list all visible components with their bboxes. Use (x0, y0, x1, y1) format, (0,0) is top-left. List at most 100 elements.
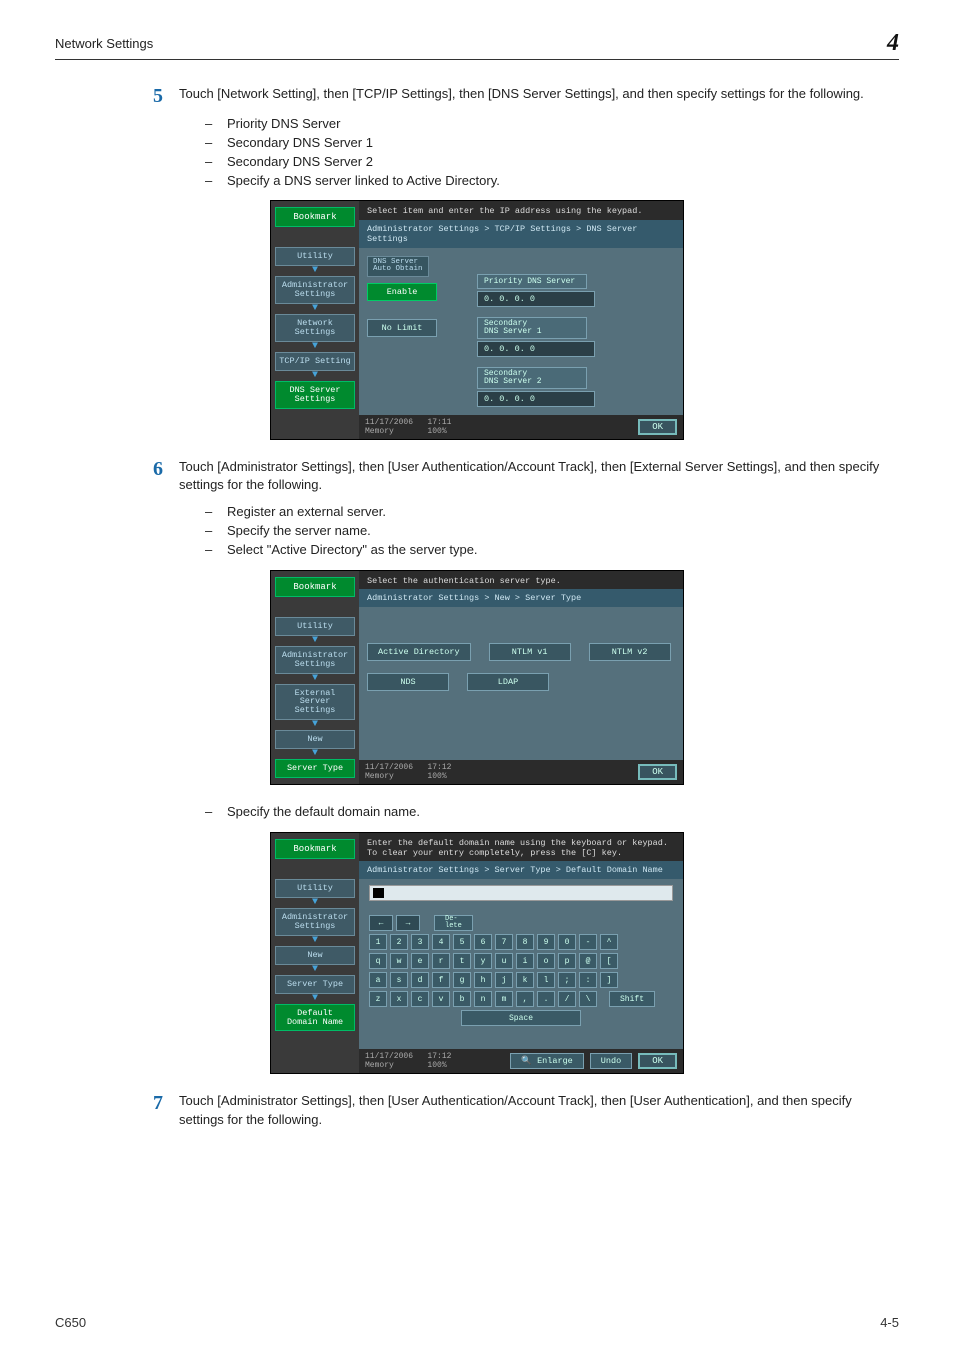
key[interactable]: r (432, 953, 450, 969)
key[interactable]: : (579, 972, 597, 988)
step-6-bullet-after: –Specify the default domain name. (205, 803, 899, 822)
key[interactable]: s (390, 972, 408, 988)
key[interactable]: o (537, 953, 555, 969)
key[interactable]: a (369, 972, 387, 988)
domain-name-input[interactable] (369, 885, 673, 901)
key[interactable]: i (516, 953, 534, 969)
key[interactable]: n (474, 991, 492, 1007)
arrow-left-key[interactable]: ← (369, 915, 393, 931)
key[interactable]: h (474, 972, 492, 988)
key[interactable]: . (537, 991, 555, 1007)
enable-button[interactable]: Enable (367, 283, 437, 301)
key[interactable]: 7 (495, 934, 513, 950)
key[interactable]: \ (579, 991, 597, 1007)
key[interactable]: t (453, 953, 471, 969)
key[interactable]: 2 (390, 934, 408, 950)
crumb-utility[interactable]: Utility (275, 247, 355, 266)
page-footer: C650 4-5 (55, 1315, 899, 1330)
key[interactable]: y (474, 953, 492, 969)
crumb-admin[interactable]: Administrator Settings (275, 908, 355, 936)
key[interactable]: k (516, 972, 534, 988)
ok-button[interactable]: OK (638, 419, 677, 435)
key[interactable]: u (495, 953, 513, 969)
key[interactable]: 0 (558, 934, 576, 950)
key[interactable]: v (432, 991, 450, 1007)
step-number: 7 (145, 1092, 163, 1114)
key[interactable]: m (495, 991, 513, 1007)
ok-button[interactable]: OK (638, 1053, 677, 1069)
bookmark-button[interactable]: Bookmark (275, 839, 355, 859)
key[interactable]: e (411, 953, 429, 969)
secondary-dns1-label[interactable]: Secondary DNS Server 1 (477, 317, 587, 339)
key[interactable]: ^ (600, 934, 618, 950)
key[interactable]: j (495, 972, 513, 988)
crumb-new[interactable]: New (275, 946, 355, 965)
crumb-server-type[interactable]: Server Type (275, 975, 355, 994)
step-number: 5 (145, 85, 163, 107)
key[interactable]: 3 (411, 934, 429, 950)
undo-button[interactable]: Undo (590, 1053, 632, 1069)
key[interactable]: [ (600, 953, 618, 969)
key[interactable]: x (390, 991, 408, 1007)
crumb-domain-name[interactable]: Default Domain Name (275, 1004, 355, 1032)
priority-dns-value: 0. 0. 0. 0 (477, 291, 595, 307)
key[interactable]: c (411, 991, 429, 1007)
bookmark-button[interactable]: Bookmark (275, 207, 355, 227)
bookmark-button[interactable]: Bookmark (275, 577, 355, 597)
option-ldap[interactable]: LDAP (467, 673, 549, 691)
key[interactable]: 1 (369, 934, 387, 950)
device-screen-dns: Bookmark Utility ▼ Administrator Setting… (270, 200, 684, 439)
option-nds[interactable]: NDS (367, 673, 449, 691)
key[interactable]: 4 (432, 934, 450, 950)
key[interactable]: @ (579, 953, 597, 969)
key[interactable]: 8 (516, 934, 534, 950)
key[interactable]: ; (558, 972, 576, 988)
shift-key[interactable]: Shift (609, 991, 655, 1007)
crumb-utility[interactable]: Utility (275, 879, 355, 898)
dns-auto-tab[interactable]: DNS Server Auto Obtain (367, 256, 429, 277)
option-ntlm-v1[interactable]: NTLM v1 (489, 643, 571, 661)
key[interactable]: z (369, 991, 387, 1007)
key[interactable]: b (453, 991, 471, 1007)
key[interactable]: 5 (453, 934, 471, 950)
crumb-dns[interactable]: DNS Server Settings (275, 381, 355, 409)
key[interactable]: - (579, 934, 597, 950)
status-datetime: 11/17/2006 17:12Memory 100% (365, 763, 451, 781)
key[interactable]: p (558, 953, 576, 969)
breadcrumb: Administrator Settings > New > Server Ty… (359, 589, 683, 607)
key[interactable]: 6 (474, 934, 492, 950)
key-row-1: 1234567890-^ (369, 934, 673, 950)
key[interactable]: f (432, 972, 450, 988)
chapter-number: 4 (887, 30, 899, 57)
crumb-admin[interactable]: Administrator Settings (275, 646, 355, 674)
space-key[interactable]: Space (461, 1010, 581, 1026)
priority-dns-label[interactable]: Priority DNS Server (477, 274, 587, 289)
key[interactable]: l (537, 972, 555, 988)
crumb-network[interactable]: Network Settings (275, 314, 355, 342)
key[interactable]: d (411, 972, 429, 988)
key[interactable]: w (390, 953, 408, 969)
crumb-admin[interactable]: Administrator Settings (275, 276, 355, 304)
key[interactable]: / (558, 991, 576, 1007)
crumb-server-type[interactable]: Server Type (275, 759, 355, 778)
key-row-4: zxcvbnm,./\ Shift (369, 991, 673, 1007)
enlarge-button[interactable]: 🔍 Enlarge (510, 1053, 583, 1069)
key[interactable]: 9 (537, 934, 555, 950)
option-active-directory[interactable]: Active Directory (367, 643, 471, 661)
no-limit-button[interactable]: No Limit (367, 319, 437, 337)
delete-key[interactable]: De- lete (434, 915, 473, 931)
ok-button[interactable]: OK (638, 764, 677, 780)
key[interactable]: ] (600, 972, 618, 988)
crumb-new[interactable]: New (275, 730, 355, 749)
key[interactable]: q (369, 953, 387, 969)
key[interactable]: g (453, 972, 471, 988)
crumb-external[interactable]: External Server Settings (275, 684, 355, 721)
option-ntlm-v2[interactable]: NTLM v2 (589, 643, 671, 661)
instruction-text: Enter the default domain name using the … (359, 833, 683, 861)
key[interactable]: , (516, 991, 534, 1007)
crumb-utility[interactable]: Utility (275, 617, 355, 636)
crumb-tcpip[interactable]: TCP/IP Setting (275, 352, 355, 371)
secondary-dns2-label[interactable]: Secondary DNS Server 2 (477, 367, 587, 389)
step-6: 6 Touch [Administrator Settings], then [… (145, 458, 899, 496)
arrow-right-key[interactable]: → (396, 915, 420, 931)
